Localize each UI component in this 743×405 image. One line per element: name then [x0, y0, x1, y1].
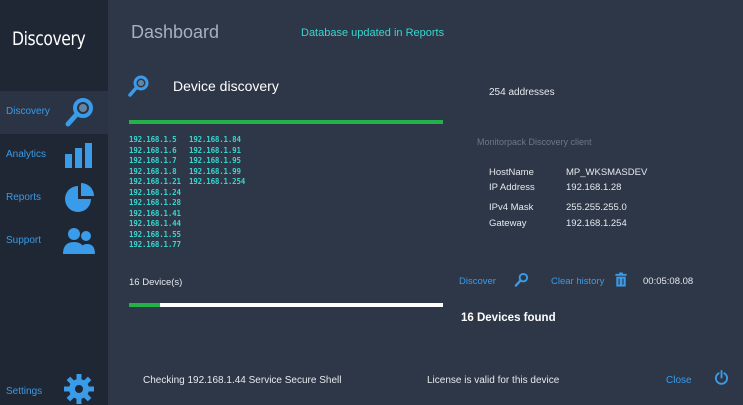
ip-address-item: 192.168.1.91 [189, 145, 241, 155]
info-value: 192.168.1.254 [566, 218, 627, 229]
sidebar-item-reports[interactable]: Reports [0, 177, 108, 220]
sidebar-item-label: Discovery [6, 106, 50, 117]
info-value: MP_WKSMASDEV [566, 167, 648, 178]
sidebar-item-label: Settings [6, 386, 43, 397]
ip-address-item: 192.168.1.6 [129, 145, 177, 155]
ip-address-item: 192.168.1.254 [189, 177, 246, 186]
info-label: IP Address [489, 182, 535, 193]
sidebar-item-support[interactable]: Support [0, 220, 108, 263]
ip-address-item: 192.168.1.28 [129, 198, 181, 207]
info-row-gateway: Gateway 192.168.1.254 [489, 218, 627, 229]
info-label: IPv4 Mask [489, 202, 534, 213]
pie-chart-icon [65, 183, 94, 212]
elapsed-timer: 00:05:08.08 [643, 276, 694, 287]
discover-button[interactable]: Discover [459, 276, 496, 287]
ip-address-item: 192.168.1.7 [129, 156, 177, 165]
info-label: HostName [489, 167, 534, 178]
power-icon[interactable] [714, 370, 729, 385]
ip-address-item: 192.168.1.8 [129, 166, 177, 176]
search-icon [128, 75, 149, 97]
sidebar-item-label: Analytics [6, 149, 47, 160]
clear-history-button[interactable]: Clear history [551, 276, 604, 287]
gear-icon [64, 374, 94, 404]
ip-address-item: 192.168.1.84 [189, 135, 241, 144]
client-title: Monitorpack Discovery client [477, 137, 592, 147]
info-row-ipv4-mask: IPv4 Mask 255.255.255.0 [489, 202, 627, 213]
sidebar: Discovery Discovery Analytics Reports Su… [0, 0, 108, 405]
ip-address-item: 192.168.1.77 [129, 240, 181, 249]
info-value: 192.168.1.28 [566, 182, 622, 193]
ip-address-item: 192.168.1.5 [129, 135, 177, 144]
device-progress-bar [129, 303, 443, 307]
trash-icon[interactable] [614, 272, 628, 287]
ip-list-column-2: 192.168.1.84 192.168.1.91 192.168.1.95 192.… [189, 135, 245, 188]
status-message: Checking 192.168.1.44 Service Secure She… [143, 375, 342, 386]
ip-address-item: 192.168.1.55 [129, 229, 181, 239]
devices-count: 16 Device(s) [129, 277, 183, 288]
ip-address-item: 192.168.1.99 [189, 166, 241, 176]
sidebar-item-analytics[interactable]: Analytics [0, 134, 108, 177]
address-count: 254 addresses [489, 87, 555, 98]
sidebar-item-settings[interactable]: Settings [0, 370, 108, 405]
info-row-hostname: HostName MP_WKSMASDEV [489, 167, 647, 178]
license-message: License is valid for this device [427, 375, 560, 386]
ip-list-column-1: 192.168.1.5 192.168.1.6 192.168.1.7 192.168… [129, 135, 181, 251]
ip-address-item: 192.168.1.44 [129, 219, 181, 228]
device-progress-fill [129, 303, 161, 307]
ip-address-item: 192.168.1.21 [129, 177, 181, 186]
scan-progress-bar [129, 120, 443, 124]
ip-address-item: 192.168.1.41 [129, 208, 181, 218]
close-button[interactable]: Close [666, 375, 692, 386]
notification-message: Database updated in Reports [301, 27, 445, 39]
ip-address-item: 192.168.1.24 [129, 187, 181, 197]
info-row-ip-address: IP Address 192.168.1.28 [489, 182, 621, 193]
section-title: Device discovery [173, 78, 279, 94]
search-icon [65, 98, 93, 127]
devices-found-text: 16 Devices found [461, 312, 556, 324]
ip-address-item: 192.168.1.95 [189, 156, 241, 165]
search-icon[interactable] [514, 272, 529, 287]
sidebar-item-label: Support [6, 235, 42, 246]
page-title: Dashboard [131, 22, 220, 42]
info-value: 255.255.255.0 [566, 202, 627, 213]
info-label: Gateway [489, 218, 527, 229]
users-icon [63, 228, 95, 254]
sidebar-item-discovery[interactable]: Discovery [0, 91, 108, 134]
bar-chart-icon [65, 143, 92, 168]
sidebar-item-label: Reports [6, 192, 42, 203]
app-title: Discovery [12, 28, 86, 50]
